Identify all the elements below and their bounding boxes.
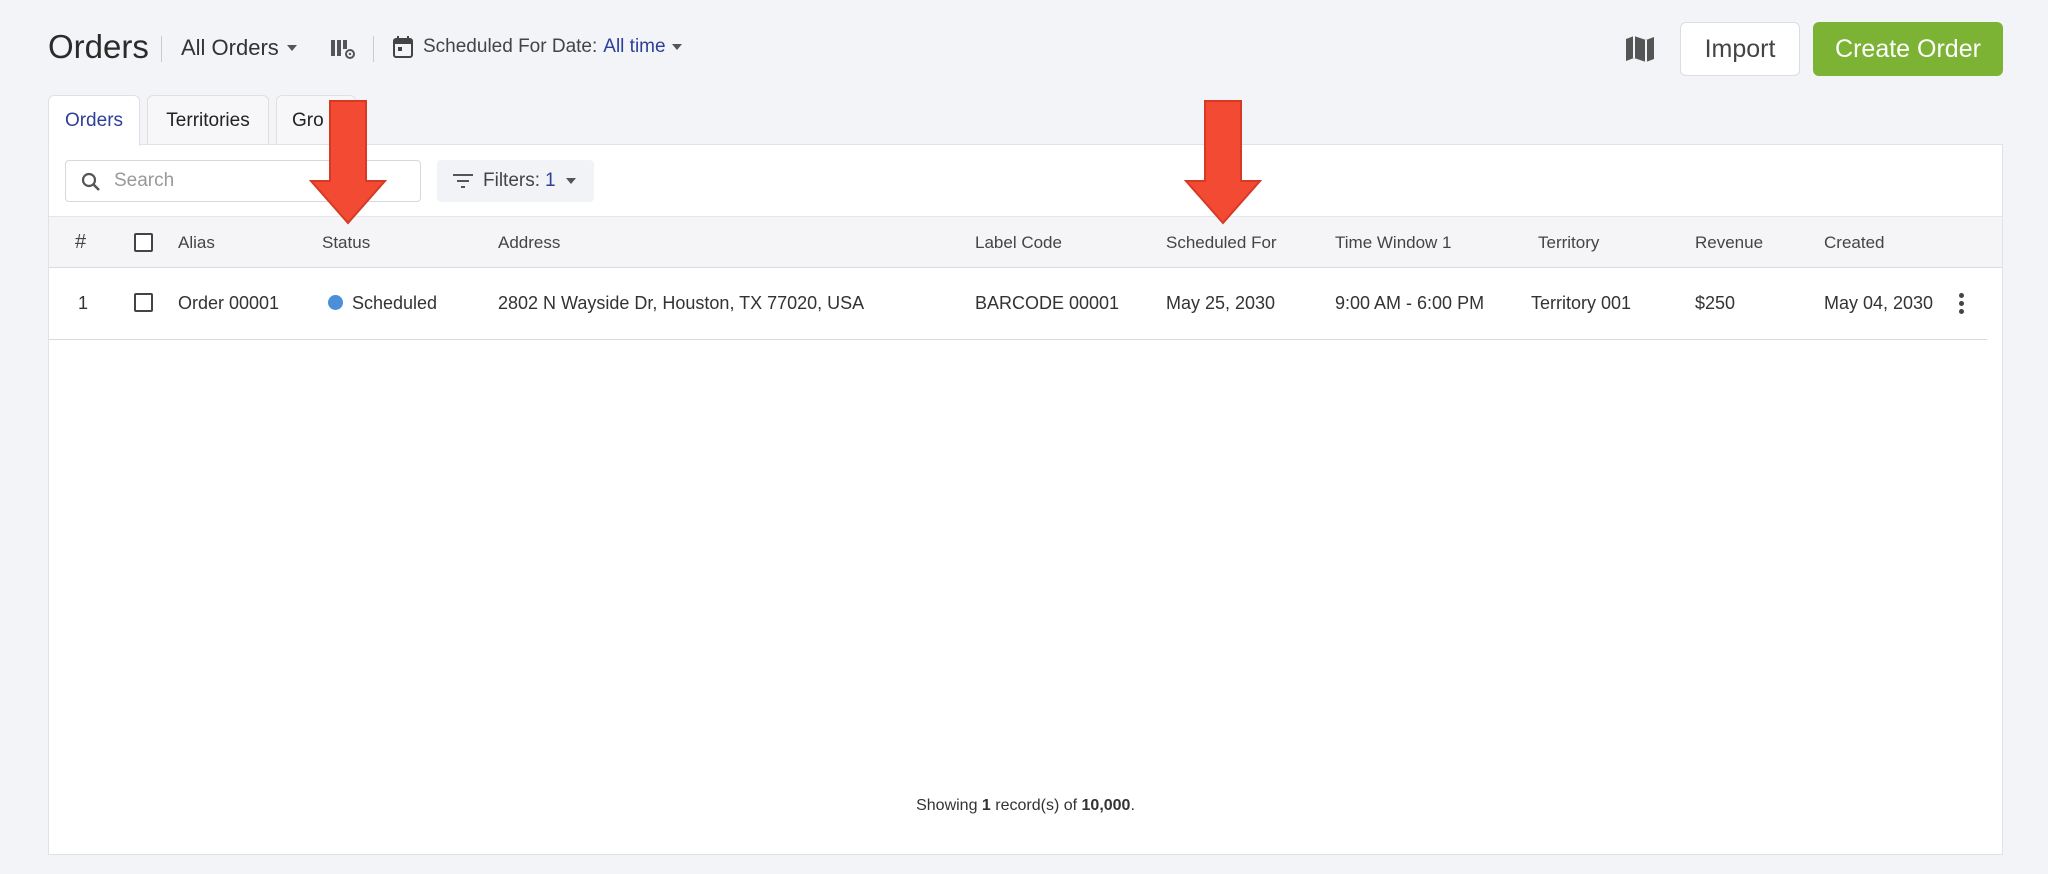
column-header-scheduled-for[interactable]: Scheduled For — [1166, 233, 1277, 253]
tab-orders[interactable]: Orders — [48, 95, 140, 146]
kebab-menu-icon[interactable] — [1959, 293, 1965, 315]
tab-territories[interactable]: Territories — [147, 95, 269, 145]
status-dot-icon — [328, 295, 343, 310]
search-icon — [81, 172, 100, 191]
records-total: 10,000 — [1081, 797, 1131, 814]
column-header-created[interactable]: Created — [1824, 233, 1884, 253]
map-icon[interactable] — [1622, 33, 1658, 65]
filters-button[interactable]: Filters: 1 — [437, 160, 594, 202]
view-select-label: All Orders — [181, 35, 279, 60]
annotation-arrow — [309, 100, 387, 225]
page-title: Orders — [48, 28, 149, 65]
divider — [161, 36, 162, 62]
row-scheduled-for: May 25, 2030 — [1166, 293, 1276, 313]
row-address: 2802 N Wayside Dr, Houston, TX 77020, US… — [498, 293, 865, 313]
top-bar: Orders All Orders Scheduled For Date: Al… — [0, 0, 2048, 96]
row-label-code: BARCODE 00001 — [975, 293, 1120, 313]
caret-down-icon — [565, 178, 576, 184]
row-alias[interactable]: Order 00001 — [178, 293, 279, 314]
annotation-arrow — [1184, 100, 1262, 225]
records-shown: 1 — [981, 797, 991, 814]
filters-count: 1 — [545, 170, 556, 191]
column-header-address[interactable]: Address — [498, 233, 560, 253]
row-checkbox[interactable] — [134, 293, 153, 312]
column-header-revenue[interactable]: Revenue — [1695, 233, 1763, 253]
select-all-checkbox[interactable] — [134, 233, 153, 252]
records-summary: Showing 1 record(s) of 10,000. — [49, 797, 2002, 815]
filter-icon — [453, 174, 473, 188]
filters-label: Filters: — [483, 170, 540, 191]
caret-down-icon — [286, 45, 297, 51]
import-button[interactable]: Import — [1680, 22, 1800, 76]
column-header-label-code[interactable]: Label Code — [975, 233, 1062, 253]
row-territory: Territory 001 — [1531, 293, 1632, 313]
orders-panel: Filters: 1 # Alias Status Address Label … — [48, 144, 2003, 855]
row-index: 1 — [78, 293, 89, 313]
column-header-territory[interactable]: Territory — [1538, 233, 1599, 253]
records-prefix: Showing — [916, 797, 982, 814]
column-header-status[interactable]: Status — [322, 233, 370, 253]
create-order-button[interactable]: Create Order — [1813, 22, 2003, 76]
date-filter-value[interactable]: All time — [603, 36, 665, 58]
column-header-index: # — [75, 231, 87, 253]
column-header-time-window[interactable]: Time Window 1 — [1335, 233, 1452, 253]
date-filter-label: Scheduled For Date: — [423, 36, 598, 57]
columns-settings-icon[interactable] — [330, 38, 356, 60]
column-header-alias[interactable]: Alias — [178, 233, 215, 253]
records-suffix: . — [1130, 797, 1135, 814]
scheduled-date-filter[interactable]: Scheduled For Date: All time — [393, 36, 682, 58]
calendar-icon — [393, 36, 413, 58]
divider — [373, 36, 374, 62]
records-middle: record(s) of — [990, 797, 1082, 814]
row-status-label: Scheduled — [352, 293, 438, 313]
row-time-window: 9:00 AM - 6:00 PM — [1335, 293, 1485, 313]
row-status: Scheduled — [328, 293, 437, 314]
row-created: May 04, 2030 — [1824, 293, 1934, 313]
table-row[interactable]: 1 Order 00001 Scheduled 2802 N Wayside D… — [49, 269, 1987, 340]
caret-down-icon — [671, 44, 682, 50]
view-select-dropdown[interactable]: All Orders — [181, 35, 297, 61]
row-revenue: $250 — [1695, 293, 1736, 313]
